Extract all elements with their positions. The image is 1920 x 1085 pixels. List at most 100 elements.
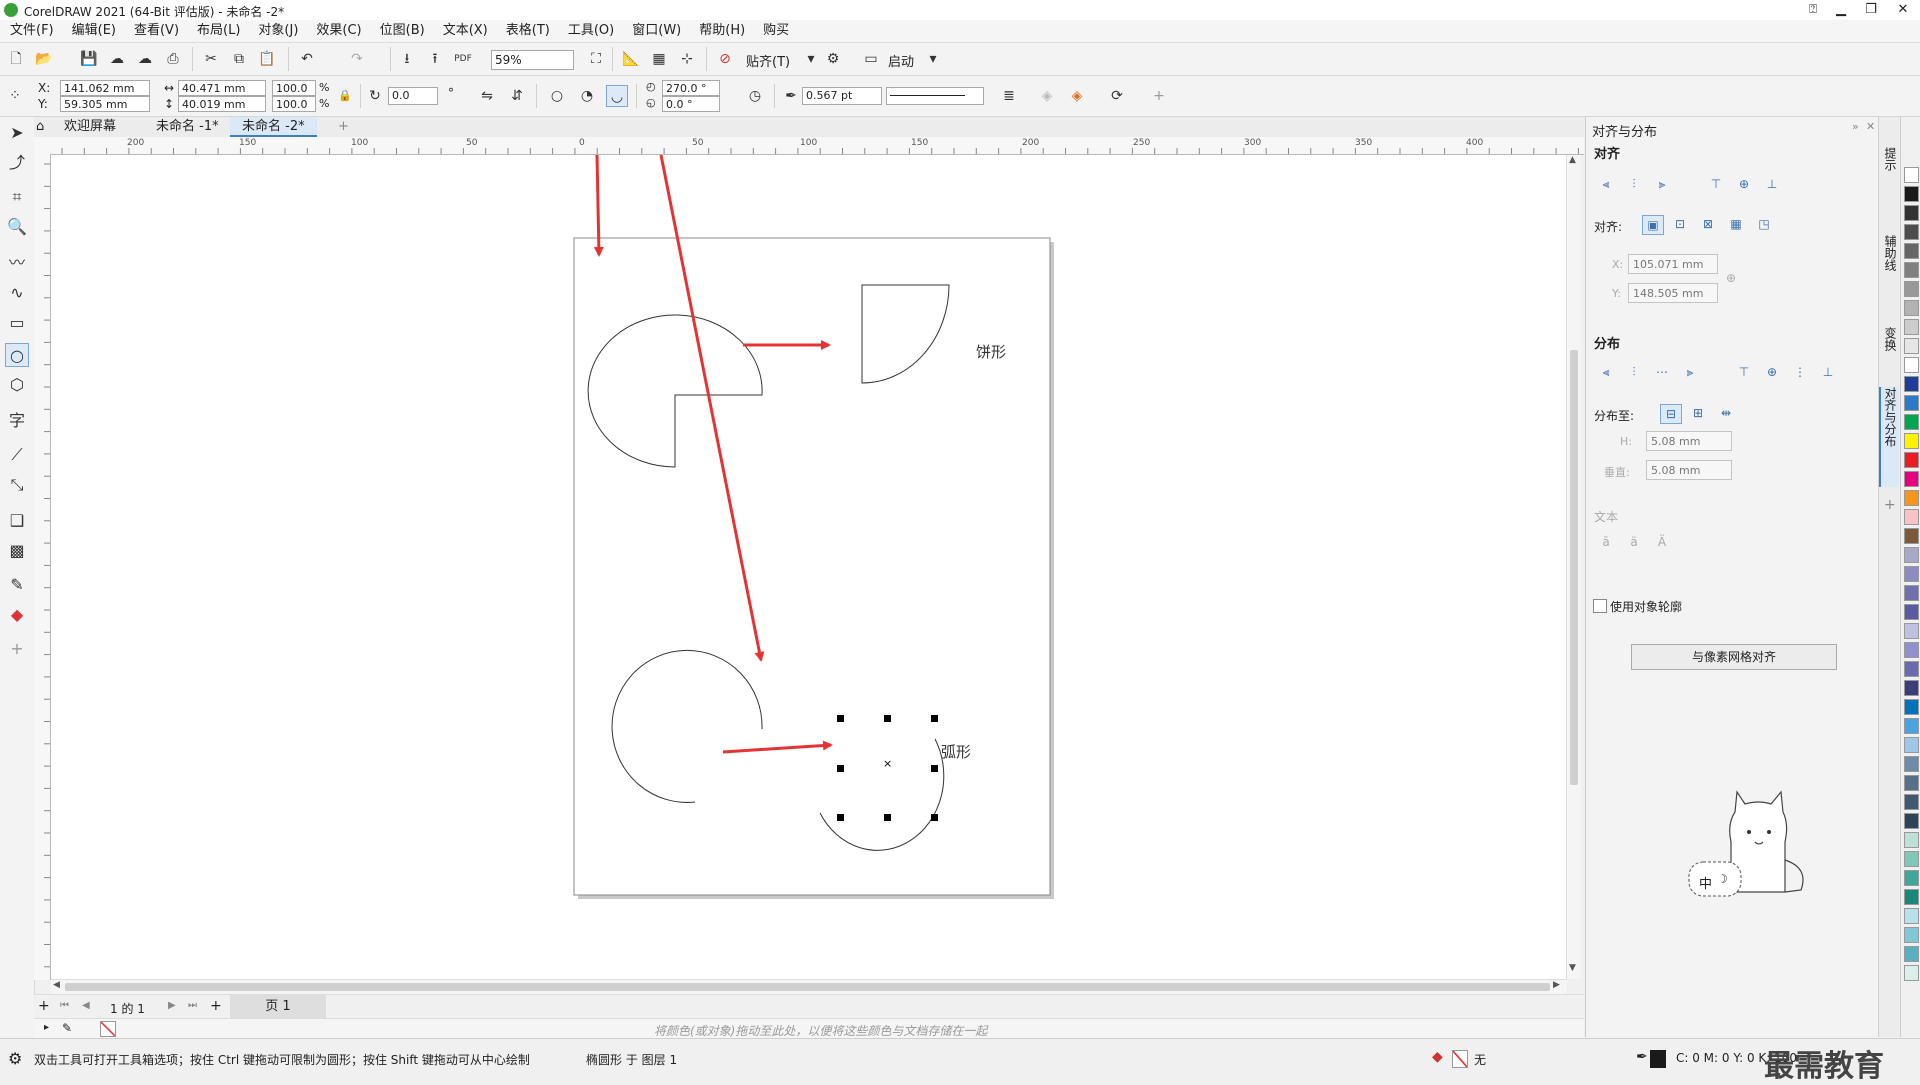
menu-layout[interactable]: 布局(L) xyxy=(188,20,249,42)
color-swatch[interactable] xyxy=(1904,319,1919,335)
interactive-fill-icon[interactable]: ◆ xyxy=(5,603,29,627)
to-front-icon[interactable]: ◈ xyxy=(1066,85,1088,107)
menu-edit[interactable]: 编辑(E) xyxy=(63,20,125,42)
convert-to-curves-icon[interactable]: ⟳ xyxy=(1106,85,1128,107)
color-swatch[interactable] xyxy=(1904,642,1919,658)
eyedropper-tool-icon[interactable]: ✎ xyxy=(5,573,29,597)
mirror-vertical-icon[interactable]: ⇵ xyxy=(506,85,528,107)
cloud-download-icon[interactable]: ☁ xyxy=(106,48,128,70)
no-color-swatch[interactable] xyxy=(100,1021,116,1037)
color-swatch[interactable] xyxy=(1904,737,1919,753)
x-position-input[interactable]: 141.062 mm xyxy=(60,80,150,96)
color-swatch[interactable] xyxy=(1904,889,1919,905)
fill-none-swatch[interactable] xyxy=(1452,1050,1468,1068)
scroll-left-icon[interactable]: ◀ xyxy=(53,980,60,990)
color-swatch[interactable] xyxy=(1904,376,1919,392)
artistic-media-icon[interactable]: ∿ xyxy=(5,281,29,305)
color-swatch[interactable] xyxy=(1904,471,1919,487)
distribute-h-spacing-input[interactable]: 5.08 mm xyxy=(1646,431,1732,451)
distribute-spacing-v-icon[interactable]: ⋮ xyxy=(1790,363,1810,381)
docker-close-icon[interactable]: ✕ xyxy=(1866,120,1875,133)
align-page-center-icon[interactable]: ⊠ xyxy=(1698,215,1718,233)
color-swatch[interactable] xyxy=(1904,927,1919,943)
connector-tool-icon[interactable]: ⤡ xyxy=(5,473,29,497)
align-center-v-icon[interactable]: ⊕ xyxy=(1734,175,1754,193)
pie-mode-icon[interactable]: ◔ xyxy=(576,85,598,107)
color-swatch[interactable] xyxy=(1904,357,1919,373)
text-tool-icon[interactable]: 字 xyxy=(5,409,29,433)
y-position-input[interactable]: 59.305 mm xyxy=(60,96,150,112)
palette-menu-icon[interactable]: ▸ xyxy=(44,1022,49,1033)
snap-to-dropdown[interactable]: 贴齐(T) xyxy=(746,51,790,70)
drop-shadow-icon[interactable]: ❑ xyxy=(5,509,29,533)
menu-help[interactable]: 帮助(H) xyxy=(690,20,754,42)
vertical-scroll-thumb[interactable] xyxy=(1570,350,1578,785)
lock-ratio-icon[interactable]: 🔒 xyxy=(334,85,356,107)
add-page-after-icon[interactable]: + xyxy=(210,998,222,1014)
arc-label[interactable]: 弧形 xyxy=(941,741,971,762)
color-swatch[interactable] xyxy=(1904,832,1919,848)
docker-collapse-icon[interactable]: » xyxy=(1852,120,1859,133)
scroll-down-icon[interactable]: ▼ xyxy=(1569,963,1576,973)
snap-off-icon[interactable]: ⊘ xyxy=(714,48,736,70)
zoom-level-dropdown[interactable]: 59% xyxy=(491,50,574,70)
new-document-icon[interactable]: 🗋 xyxy=(5,48,27,70)
docker-add-icon[interactable]: + xyxy=(1884,497,1896,513)
tab-welcome-screen[interactable]: 欢迎屏幕 xyxy=(52,117,128,137)
color-swatch[interactable] xyxy=(1904,604,1919,620)
rectangle-tool-icon[interactable]: ▭ xyxy=(5,311,29,335)
distribute-v-spacing-input[interactable]: 5.08 mm xyxy=(1646,460,1732,480)
menu-text[interactable]: 文本(X) xyxy=(434,20,497,42)
align-right-icon[interactable]: ⫸ xyxy=(1652,175,1672,193)
minimize-button[interactable]: ▁ xyxy=(1826,0,1856,20)
end-angle-input[interactable]: 0.0 ° xyxy=(662,96,720,112)
page-tab-1[interactable]: 页 1 xyxy=(230,995,326,1019)
docker-tab-align-distribute[interactable]: 对齐与分布 xyxy=(1879,387,1899,487)
ellipse-mode-icon[interactable]: ○ xyxy=(546,85,568,107)
color-swatch[interactable] xyxy=(1904,281,1919,297)
color-swatch[interactable] xyxy=(1904,756,1919,772)
horizontal-scroll-thumb[interactable] xyxy=(65,983,1550,991)
color-swatch[interactable] xyxy=(1904,566,1919,582)
docker-y-input[interactable]: 148.505 mm xyxy=(1628,283,1718,303)
copy-icon[interactable]: ⧉ xyxy=(228,48,250,70)
add-tab-icon[interactable]: + xyxy=(332,117,355,137)
options-gear-icon[interactable]: ⚙ xyxy=(822,48,844,70)
eyedropper-icon[interactable]: ✎ xyxy=(62,1021,72,1035)
color-swatch[interactable] xyxy=(1904,243,1919,259)
add-tool-icon[interactable]: + xyxy=(5,637,29,661)
close-button[interactable]: ✕ xyxy=(1886,0,1920,20)
scroll-right-icon[interactable]: ▶ xyxy=(1553,980,1560,990)
color-swatch[interactable] xyxy=(1904,775,1919,791)
align-left-icon[interactable]: ⫷ xyxy=(1596,175,1616,193)
color-swatch[interactable] xyxy=(1904,965,1919,981)
text-bounding-box-icon[interactable]: Ä xyxy=(1652,533,1672,551)
full-screen-icon[interactable]: ⛶ xyxy=(585,48,607,70)
color-swatch[interactable] xyxy=(1904,547,1919,563)
chevron-down-icon[interactable]: ▾ xyxy=(800,48,822,70)
color-swatch[interactable] xyxy=(1904,680,1919,696)
paste-icon[interactable]: 📋 xyxy=(256,48,278,70)
width-input[interactable]: 40.471 mm xyxy=(178,80,266,96)
add-icon[interactable]: + xyxy=(1148,85,1170,107)
outline-width-dropdown[interactable]: 0.567 pt xyxy=(802,87,882,105)
tab-untitled-2[interactable]: 未命名 -2* xyxy=(230,117,317,137)
menu-effects[interactable]: 效果(C) xyxy=(307,20,370,42)
save-icon[interactable]: 💾 xyxy=(78,48,100,70)
distribute-page-icon[interactable]: ⊞ xyxy=(1688,404,1708,422)
restore-button[interactable]: ❐ xyxy=(1856,0,1886,20)
to-back-icon[interactable]: ◈ xyxy=(1036,85,1058,107)
color-swatch[interactable] xyxy=(1904,433,1919,449)
menu-buy[interactable]: 购买 xyxy=(754,20,798,42)
next-page-icon[interactable]: ▶ xyxy=(168,1000,176,1011)
color-swatch[interactable] xyxy=(1904,452,1919,468)
color-swatch[interactable] xyxy=(1904,623,1919,639)
cloud-upload-icon[interactable]: ☁ xyxy=(134,48,156,70)
color-swatch[interactable] xyxy=(1904,205,1919,221)
show-grid-icon[interactable]: ▦ xyxy=(648,48,670,70)
launch-icon[interactable]: ▭ xyxy=(860,48,882,70)
undo-icon[interactable]: ↶ xyxy=(296,48,318,70)
distribute-right-icon[interactable]: ⫸ xyxy=(1680,363,1700,381)
align-active-objects-icon[interactable]: ▣ xyxy=(1642,215,1664,235)
align-page-edge-icon[interactable]: ⊡ xyxy=(1670,215,1690,233)
